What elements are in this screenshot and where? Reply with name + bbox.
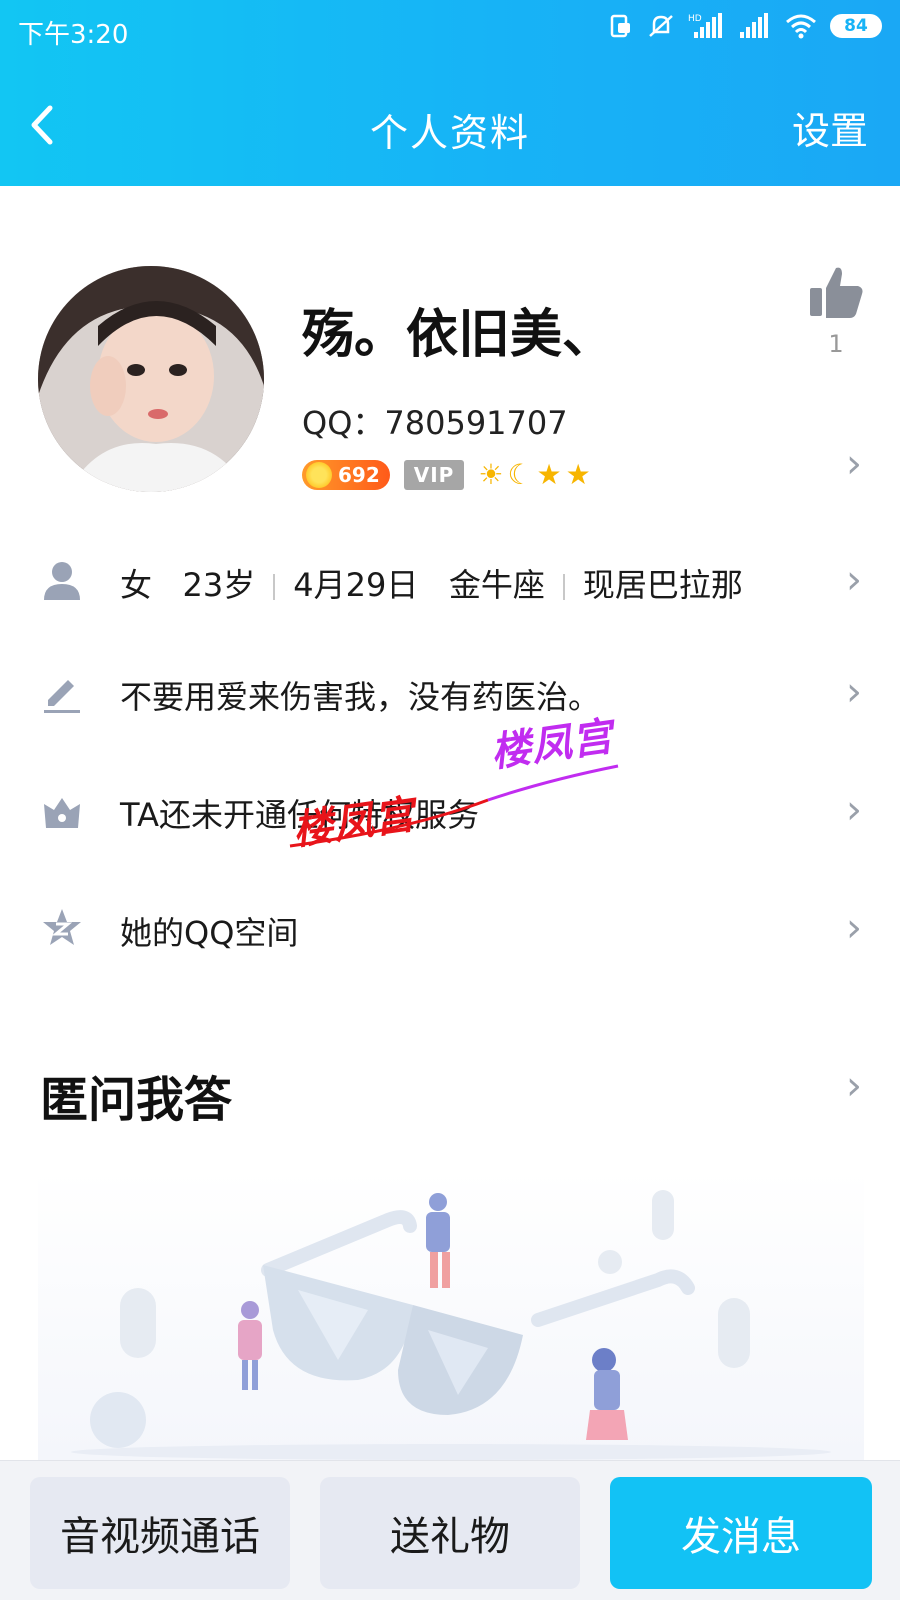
moon-icon: ☾: [507, 458, 533, 491]
gender: 女: [120, 566, 153, 604]
qa-section-title[interactable]: 匿问我答: [40, 1060, 232, 1130]
zodiac: 金牛座: [448, 566, 545, 604]
badge-row[interactable]: 692 VIP ☀ ☾ ★ ★: [302, 457, 591, 493]
chevron-right-icon: ›: [846, 787, 862, 833]
basic-info-row[interactable]: 女 23岁 4月29日 金牛座 现居巴拉那 ›: [0, 540, 900, 620]
divider: [562, 574, 565, 600]
coin-value: 692: [338, 463, 380, 487]
star-icon: ★: [565, 458, 591, 491]
star-icon: ★: [536, 458, 562, 491]
nav-bar: 个人资料 设置: [0, 80, 900, 170]
sun-icon: ☀: [478, 458, 504, 491]
level-coin-badge: 692: [302, 460, 390, 490]
header: 下午3:20 HD 84 个人资料 设置: [0, 0, 900, 186]
qzone-row[interactable]: 她的QQ空间 ›: [0, 888, 900, 968]
svg-text:HD: HD: [688, 14, 702, 24]
watermark-underline: [289, 764, 619, 848]
signature-row[interactable]: 不要用爱来伤害我，没有药医治。 ›: [0, 652, 900, 732]
status-time: 下午3:20: [18, 20, 129, 50]
age: 23岁: [182, 566, 256, 604]
hd-signal-icon: HD: [688, 12, 726, 40]
status-bar: 下午3:20 HD 84: [0, 0, 900, 60]
mute-bell-icon: [646, 12, 676, 40]
bottom-action-bar: 音视频通话 送礼物 发消息: [0, 1460, 900, 1600]
qa-illustration: [38, 1170, 864, 1460]
status-icons: HD 84: [608, 12, 882, 40]
chevron-right-icon[interactable]: ›: [846, 444, 862, 484]
wifi-icon: [784, 12, 818, 40]
qq-number: QQ：780591707: [302, 404, 568, 442]
signal-icon: [738, 12, 772, 40]
divider: [273, 574, 276, 600]
screen-icon: [608, 13, 634, 39]
like-count: 1: [828, 330, 844, 358]
person-icon: [44, 562, 80, 600]
chevron-right-icon: ›: [846, 557, 862, 603]
vip-badge: VIP: [403, 460, 465, 490]
send-gift-button[interactable]: 送礼物: [320, 1477, 580, 1589]
page-title: 个人资料: [369, 111, 530, 155]
chevron-right-icon: ›: [846, 905, 862, 951]
av-call-button[interactable]: 音视频通话: [30, 1477, 290, 1589]
birthday: 4月29日: [293, 566, 419, 604]
crown-icon: [44, 798, 80, 828]
qzone-text: 她的QQ空间: [120, 914, 299, 952]
signature-text: 不要用爱来伤害我，没有药医治。: [120, 678, 601, 716]
chevron-right-icon: ›: [846, 669, 862, 715]
battery-icon: 84: [830, 14, 882, 38]
avatar-image: [38, 266, 264, 492]
send-message-button[interactable]: 发消息: [610, 1477, 872, 1589]
avatar[interactable]: [38, 266, 264, 492]
thumbs-up-icon: [810, 267, 863, 318]
qzone-star-icon: [43, 909, 81, 945]
location: 现居巴拉那: [582, 566, 743, 604]
like-button[interactable]: 1: [806, 264, 866, 358]
settings-button[interactable]: 设置: [792, 100, 868, 155]
chevron-right-icon[interactable]: ›: [846, 1066, 862, 1106]
basic-info-text: 女 23岁 4月29日 金牛座 现居巴拉那: [120, 560, 743, 606]
nickname: 殇。依旧美、: [302, 305, 615, 365]
pencil-icon: [44, 680, 80, 713]
sunglasses-illustration: [71, 1190, 831, 1460]
coin-icon: [306, 462, 332, 488]
level-icons: ☀ ☾ ★ ★: [478, 460, 590, 490]
